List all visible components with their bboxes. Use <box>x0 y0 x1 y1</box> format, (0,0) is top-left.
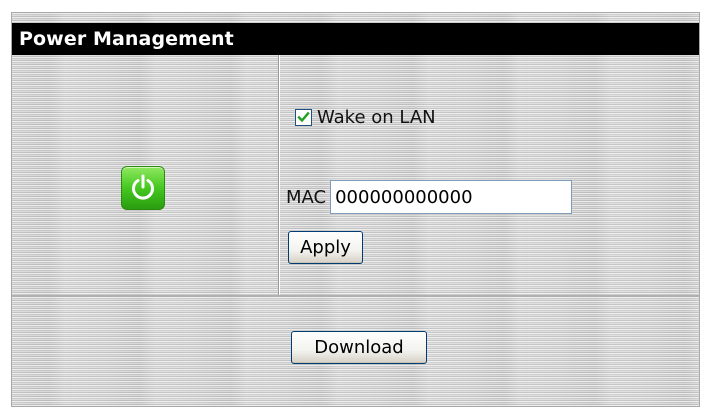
wake-on-lan-option[interactable]: Wake on LAN <box>295 106 436 128</box>
wake-on-lan-label[interactable]: Wake on LAN <box>317 107 436 128</box>
power-management-panel: Power Management Wake on LAN MAC Apply D… <box>11 12 700 407</box>
mac-row: MAC <box>286 179 573 215</box>
mac-label: MAC <box>286 186 327 208</box>
power-icon <box>121 166 165 210</box>
checkmark-icon <box>297 111 310 122</box>
panel-title: Power Management <box>12 23 699 55</box>
mac-input[interactable] <box>330 180 573 214</box>
download-button[interactable]: Download <box>291 331 427 364</box>
power-settings-section: Wake on LAN MAC Apply <box>12 55 699 297</box>
vertical-divider <box>278 55 279 295</box>
power-symbol-icon <box>132 174 154 200</box>
apply-button[interactable]: Apply <box>288 231 363 264</box>
wake-on-lan-checkbox[interactable] <box>295 108 312 126</box>
